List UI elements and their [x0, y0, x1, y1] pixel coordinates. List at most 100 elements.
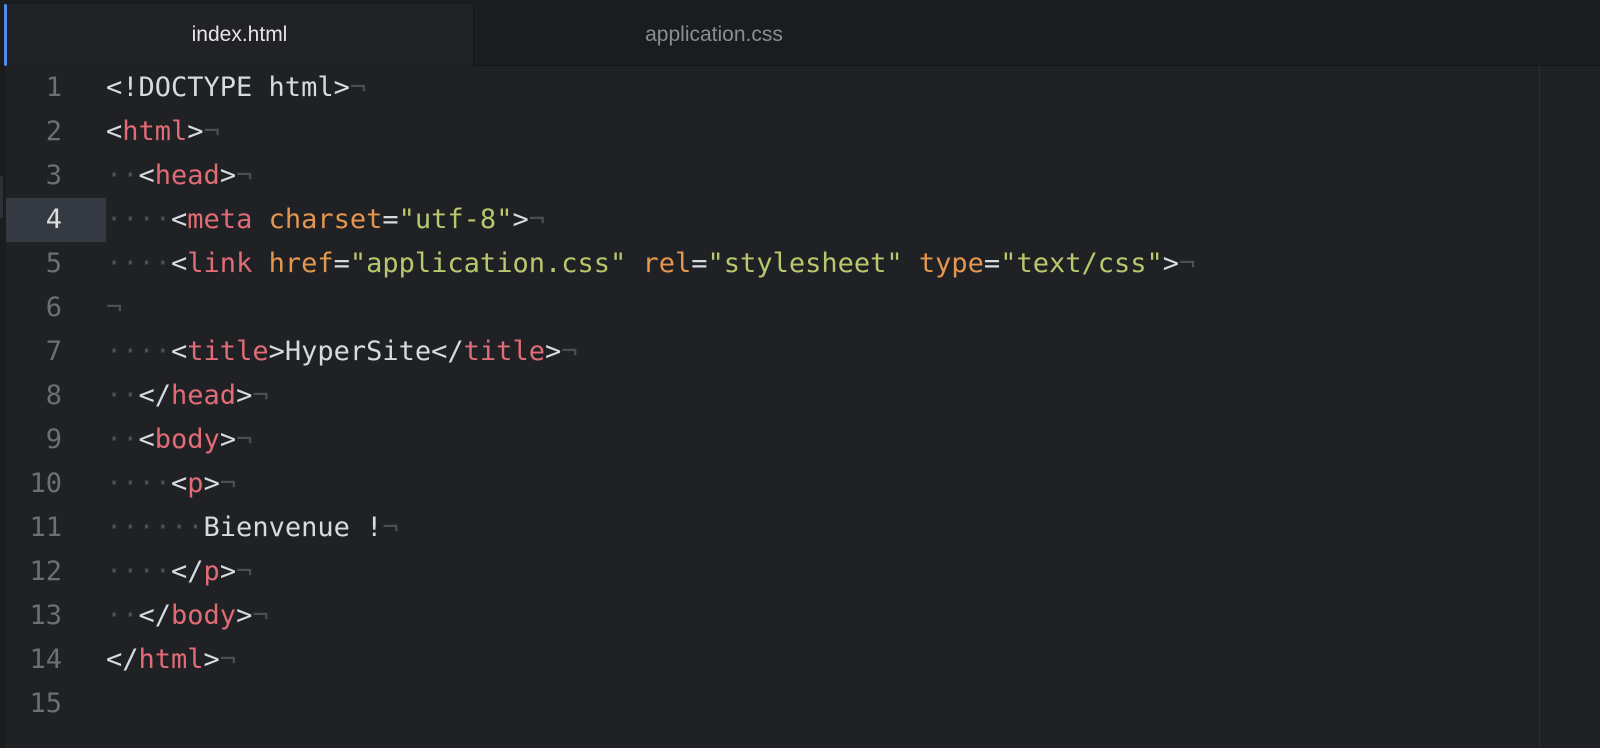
- code-token-tag: p: [187, 468, 204, 499]
- code-token-indent: ····: [106, 204, 172, 235]
- code-token-indent: ··: [106, 380, 139, 411]
- code-token-indent: ··: [106, 424, 139, 455]
- code-token-punct: >: [219, 424, 237, 455]
- code-token-punct: <: [171, 336, 188, 367]
- code-token-tag: head: [154, 160, 220, 191]
- code-token-punct: </: [138, 380, 172, 411]
- code-line[interactable]: ····</p>¬: [106, 550, 252, 594]
- line-number-gutter[interactable]: 1 2 3 4 5 6 7 8 9 10 11 12 13 14 15: [6, 66, 106, 748]
- line-number[interactable]: 15: [6, 682, 62, 726]
- code-token-tag: p: [203, 556, 220, 587]
- code-token-punct: <: [171, 248, 188, 279]
- line-number[interactable]: 14: [6, 638, 62, 682]
- editor-window: index.html application.css 1 2 3 4 5 6 7 8 9 10 11…: [0, 0, 1600, 748]
- code-token-punct: >: [203, 644, 220, 675]
- code-line[interactable]: </html>¬: [106, 638, 236, 682]
- code-token-punct: >: [219, 556, 237, 587]
- code-line[interactable]: ····<link href="application.css" rel="st…: [106, 242, 1195, 286]
- code-token-indent: ····: [106, 468, 172, 499]
- code-token-eol: ¬: [528, 204, 545, 235]
- code-line[interactable]: ··<head>¬: [106, 154, 252, 198]
- code-token-indent: ····: [106, 248, 172, 279]
- tab-application-css[interactable]: application.css: [480, 4, 948, 66]
- code-token-punct: =: [333, 248, 350, 279]
- code-token-eol: ¬: [236, 424, 253, 455]
- code-token-text: HyperSite: [284, 336, 432, 367]
- line-number[interactable]: 12: [6, 550, 62, 594]
- code-line[interactable]: ····<title>HyperSite</title>¬: [106, 330, 577, 374]
- code-token-tag: body: [171, 600, 237, 631]
- code-token-str: "stylesheet": [707, 248, 903, 279]
- code-token-tag: meta: [187, 204, 253, 235]
- code-token-eol: ¬: [561, 336, 578, 367]
- line-number[interactable]: 8: [6, 374, 62, 418]
- line-number[interactable]: 6: [6, 286, 62, 330]
- line-number[interactable]: 10: [6, 462, 62, 506]
- code-token-indent: ··: [106, 160, 139, 191]
- code-token-punct: >: [1162, 248, 1180, 279]
- code-token-punct: =: [983, 248, 1001, 279]
- code-token-eol: ¬: [349, 72, 367, 103]
- line-number[interactable]: 5: [6, 242, 62, 286]
- line-number[interactable]: 1: [6, 66, 62, 110]
- code-token-tag: link: [187, 248, 253, 279]
- code-token-punct: <: [138, 424, 155, 455]
- code-token-indent: ··: [106, 600, 139, 631]
- code-token-eol: ¬: [1179, 248, 1196, 279]
- line-number[interactable]: 2: [6, 110, 62, 154]
- code-token-punct: >: [236, 600, 253, 631]
- code-token-eol: ¬: [382, 512, 399, 543]
- code-token-eol: ¬: [252, 380, 269, 411]
- code-token-punct: =: [691, 248, 708, 279]
- code-token-punct: <: [138, 160, 155, 191]
- code-line[interactable]: ····<p>¬: [106, 462, 236, 506]
- tab-bar: index.html application.css: [0, 0, 1600, 66]
- code-token-punct: >: [268, 336, 285, 367]
- code-token-punct: <: [171, 468, 188, 499]
- code-line[interactable]: ··</head>¬: [106, 374, 269, 418]
- code-token-attr: href: [268, 248, 334, 279]
- code-editor[interactable]: 1 2 3 4 5 6 7 8 9 10 11 12 13 14 15 <!DOCTYPE html>¬ <h…: [0, 66, 1600, 748]
- code-token-punct: </: [138, 600, 172, 631]
- line-number[interactable]: 11: [6, 506, 62, 550]
- code-line[interactable]: <html>¬: [106, 110, 220, 154]
- code-area[interactable]: <!DOCTYPE html>¬ <html>¬ ··<head>¬ ····<met…: [106, 66, 1540, 748]
- code-line[interactable]: <!DOCTYPE html>¬: [106, 66, 366, 110]
- tab-index-html[interactable]: index.html: [4, 4, 474, 66]
- line-number[interactable]: 9: [6, 418, 62, 462]
- code-token-eol: ¬: [252, 600, 269, 631]
- code-token-punct: [903, 248, 919, 279]
- code-token-tag: body: [154, 424, 220, 455]
- code-token-attr: rel: [642, 248, 692, 279]
- code-token-punct: >: [219, 160, 237, 191]
- code-token-str: "application.css": [349, 248, 627, 279]
- line-number[interactable]: 3: [6, 154, 62, 198]
- code-token-attr: type: [918, 248, 984, 279]
- vertical-scrollbar[interactable]: [1540, 66, 1600, 748]
- code-token-tag: title: [187, 336, 269, 367]
- code-token-punct: >: [236, 380, 253, 411]
- code-line[interactable]: ····<meta charset="utf-8">¬: [106, 198, 545, 242]
- code-token-punct: <: [106, 116, 123, 147]
- code-token-eol: ¬: [106, 292, 123, 323]
- code-token-eol: ¬: [219, 644, 237, 675]
- line-number[interactable]: 13: [6, 594, 62, 638]
- line-number[interactable]: 4: [6, 198, 62, 242]
- code-token-indent: ····: [106, 556, 172, 587]
- code-token-eol: ¬: [203, 116, 220, 147]
- code-token-eol: ¬: [236, 556, 253, 587]
- code-line[interactable]: ······Bienvenue !¬: [106, 506, 399, 550]
- code-token-punct: <: [171, 204, 188, 235]
- code-token-punct: </: [171, 556, 204, 587]
- code-token-punct: >: [544, 336, 562, 367]
- code-token-punct: [252, 248, 268, 279]
- code-token-punct: </: [106, 644, 139, 675]
- code-token-str: "utf-8": [398, 204, 513, 235]
- code-token-tag: html: [138, 644, 204, 675]
- code-token-tag: head: [171, 380, 237, 411]
- code-line[interactable]: ··</body>¬: [106, 594, 269, 638]
- line-number[interactable]: 7: [6, 330, 62, 374]
- code-line[interactable]: ¬: [106, 286, 122, 330]
- code-token-punct: >: [187, 116, 204, 147]
- code-line[interactable]: ··<body>¬: [106, 418, 252, 462]
